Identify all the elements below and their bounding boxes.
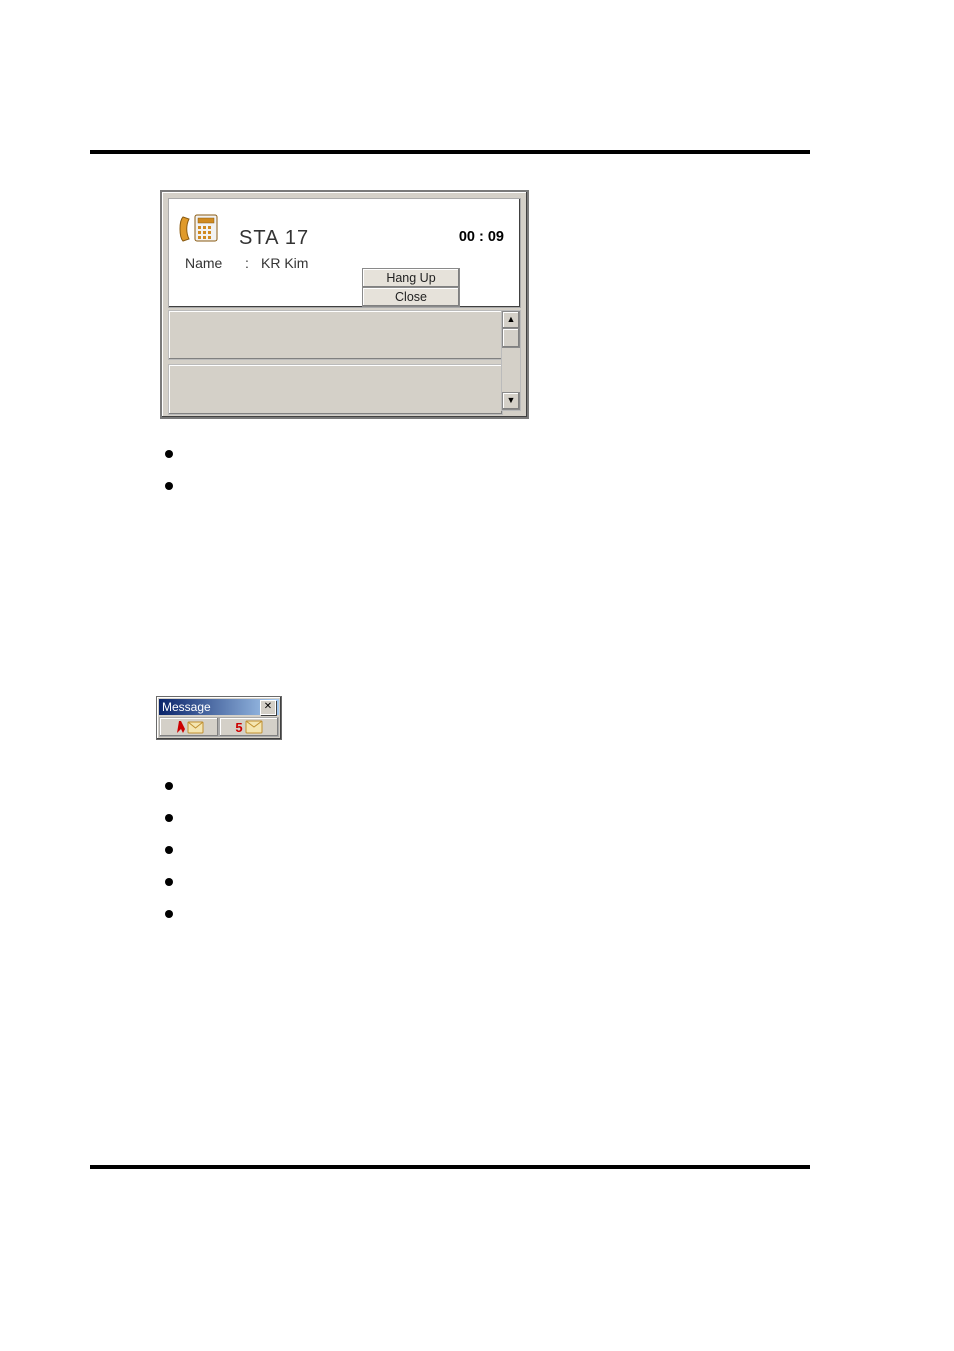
bullet-icon (165, 450, 173, 458)
message-title-text: Message (162, 700, 211, 714)
bullet-icon (165, 782, 173, 790)
message-titlebar[interactable]: Message ✕ (159, 699, 279, 715)
name-colon: : (245, 255, 249, 271)
bottom-rule (90, 1165, 810, 1169)
hang-up-button[interactable]: Hang Up (362, 268, 460, 288)
list-row (168, 310, 503, 360)
bullet-icon (165, 846, 173, 854)
list-row (168, 364, 503, 414)
envelope-icon (245, 720, 263, 734)
message-count: 5 (235, 720, 242, 735)
call-list-area: ▲ ▼ (168, 310, 521, 411)
close-button[interactable]: Close (362, 287, 460, 307)
station-id: STA 17 (239, 227, 309, 250)
name-field-label: Name (185, 255, 222, 271)
bullet-icon (165, 878, 173, 886)
scroll-up-button[interactable]: ▲ (502, 311, 520, 329)
bullet-icon (165, 910, 173, 918)
bullet-icon (165, 814, 173, 822)
voice-message-button[interactable] (159, 717, 219, 737)
call-list-rows (168, 310, 503, 411)
bullet-list (165, 782, 173, 942)
call-info-area: STA 17 Name : KR Kim 00 : 09 Hang Up Clo… (168, 198, 521, 308)
voice-mail-icon (175, 719, 205, 735)
vertical-scrollbar[interactable]: ▲ ▼ (501, 310, 521, 411)
message-body: 5 (159, 717, 279, 737)
text-message-button[interactable]: 5 (219, 717, 279, 737)
call-status-panel: STA 17 Name : KR Kim 00 : 09 Hang Up Clo… (160, 190, 529, 419)
scroll-down-button[interactable]: ▼ (502, 392, 520, 410)
phone-station-icon (179, 211, 221, 247)
bullet-icon (165, 482, 173, 490)
message-toolbar: Message ✕ 5 (156, 696, 282, 740)
close-icon[interactable]: ✕ (260, 700, 276, 715)
document-page: STA 17 Name : KR Kim 00 : 09 Hang Up Clo… (0, 0, 954, 1351)
top-rule (90, 150, 810, 154)
scroll-thumb[interactable] (502, 328, 520, 348)
caller-name: KR Kim (261, 255, 308, 271)
call-duration: 00 : 09 (459, 229, 504, 245)
bullet-list (165, 450, 173, 514)
